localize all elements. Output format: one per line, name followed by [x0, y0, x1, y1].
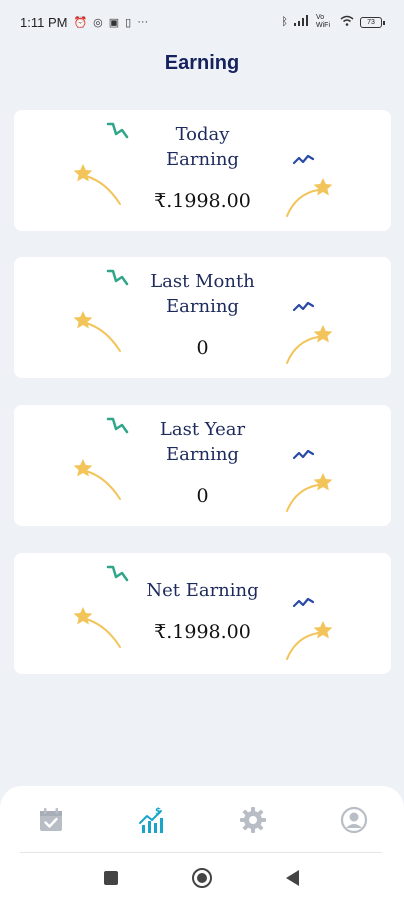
status-left: 1:11 PM ⏰ ◎ ▣ ▯ ··· — [20, 15, 148, 30]
back-button[interactable] — [279, 864, 307, 892]
card-label-line1: Today — [175, 124, 230, 145]
sim-icon: ▯ — [125, 16, 132, 29]
card-label-line1: Last Month — [150, 271, 255, 292]
card-last-year-earning[interactable]: Last Year Earning 0 — [14, 405, 391, 526]
nav-calendar[interactable] — [33, 802, 69, 838]
wifi-icon — [340, 15, 354, 29]
battery-level: 73 — [367, 18, 375, 26]
profile-icon — [340, 806, 368, 834]
earning-chart-icon: $ — [139, 807, 163, 833]
card-today-earning[interactable]: Today Earning ₹.1998.00 — [14, 110, 391, 231]
calendar-check-icon — [40, 808, 62, 831]
card-label-line2: Earning — [166, 444, 239, 465]
more-notifications: ··· — [137, 16, 149, 28]
card-value: 0 — [196, 485, 209, 507]
status-bar: 1:11 PM ⏰ ◎ ▣ ▯ ··· ᛒ Vo WiFi 73 — [0, 0, 404, 44]
card-label-line2: Earning — [166, 149, 239, 170]
recent-apps-button[interactable] — [97, 864, 125, 892]
card-label-line2: Earning — [166, 296, 239, 317]
home-icon — [192, 868, 212, 888]
alarm-icon: ⏰ — [73, 16, 88, 29]
status-right: ᛒ Vo WiFi 73 — [281, 14, 385, 30]
card-label-line1: Net Earning — [146, 580, 259, 601]
message-icon: ▣ — [108, 16, 120, 29]
home-button[interactable] — [188, 864, 216, 892]
back-icon — [286, 870, 299, 886]
card-value: 0 — [196, 337, 209, 359]
nav-divider — [20, 852, 382, 853]
system-navigation-bar — [0, 864, 404, 892]
card-value: ₹.1998.00 — [154, 190, 251, 212]
signal-icon — [294, 15, 310, 29]
bottom-navigation: $ — [0, 786, 404, 900]
network-type: Vo WiFi — [316, 14, 330, 29]
nav-profile[interactable] — [336, 802, 372, 838]
status-time: 1:11 PM — [20, 14, 68, 30]
nav-earning[interactable]: $ — [134, 802, 170, 838]
card-net-earning[interactable]: Net Earning ₹.1998.00 — [14, 553, 391, 674]
card-label-line1: Last Year — [159, 419, 246, 440]
svg-text:$: $ — [155, 807, 161, 817]
bluetooth-icon: ᛒ — [281, 16, 288, 28]
nav-settings[interactable] — [235, 802, 271, 838]
whatsapp-icon: ◎ — [93, 16, 103, 29]
recent-apps-icon — [104, 871, 118, 885]
battery-icon: 73 — [360, 16, 385, 28]
card-last-month-earning[interactable]: Last Month Earning 0 — [14, 257, 391, 378]
nav-items: $ — [0, 802, 404, 838]
settings-gear-icon — [240, 807, 266, 833]
page-title: Earning — [164, 52, 240, 74]
card-value: ₹.1998.00 — [154, 621, 251, 643]
